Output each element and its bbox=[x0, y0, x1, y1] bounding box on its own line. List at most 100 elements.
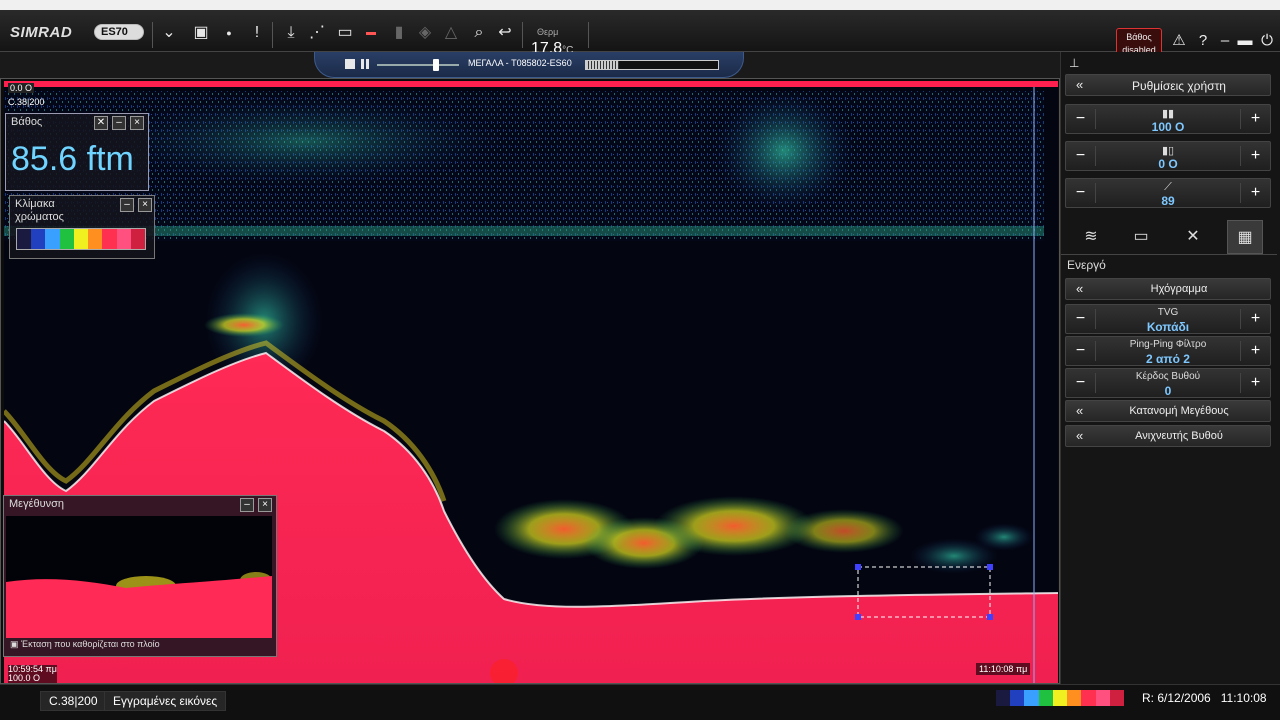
size-distribution-label: Κατανομή Μεγέθους bbox=[1129, 405, 1229, 417]
zoom-panel[interactable]: Μεγέθυνση – × ▣ Έκταση που καθορίζεται σ… bbox=[3, 495, 277, 657]
echo-tab-icon[interactable]: ≋ bbox=[1073, 220, 1109, 254]
color-swatch bbox=[73, 229, 89, 249]
speed-slider[interactable] bbox=[377, 64, 459, 66]
tvg-value: Κοπάδι bbox=[1146, 320, 1190, 334]
bottom-gain-minus-button[interactable]: − bbox=[1066, 373, 1096, 393]
active-section-label: Ενεργό bbox=[1067, 258, 1106, 272]
tvg-minus-button[interactable]: − bbox=[1066, 309, 1096, 329]
color-swatch bbox=[1067, 690, 1082, 706]
pause-icon-bar bbox=[366, 59, 369, 69]
end-time-readout: 11:10:08 πμ bbox=[976, 663, 1031, 675]
range-value: 100 O bbox=[1151, 120, 1185, 134]
chart-icon[interactable]: ⋰ bbox=[306, 22, 328, 44]
minimize-panel-icon[interactable]: – bbox=[112, 116, 126, 130]
tvg-plus-button[interactable]: + bbox=[1240, 309, 1270, 329]
playback-file-name: ΜΕΓΑΛΑ - T085802-ES60 bbox=[468, 58, 572, 68]
speed-slider-handle[interactable] bbox=[433, 59, 439, 71]
folder-icon[interactable]: ▭ bbox=[334, 22, 356, 44]
maximize-icon[interactable]: ▬ bbox=[1236, 30, 1254, 52]
gain-plus-button[interactable]: + bbox=[1240, 183, 1270, 203]
top-toolbar: SIMRAD ES70 ⌄ ▣ ● ! ⤓ ⋰ ▭ ▬ ▮ ◈ △ ⌕ ↩ Θε… bbox=[0, 10, 1280, 58]
size-distribution-header[interactable]: « Κατανομή Μεγέθους bbox=[1065, 400, 1271, 422]
color-swatch bbox=[1081, 690, 1096, 706]
chevron-down-icon[interactable]: ⌄ bbox=[158, 22, 180, 44]
close-icon[interactable]: × bbox=[130, 116, 144, 130]
status-channel[interactable]: C.38|200 bbox=[40, 691, 107, 711]
zoom-image bbox=[6, 516, 272, 638]
stack-icon[interactable]: △ bbox=[440, 22, 462, 44]
tvg-control: − TVG Κοπάδι + bbox=[1065, 304, 1271, 334]
start-depth-plus-button[interactable]: + bbox=[1240, 146, 1270, 166]
status-recorded-images[interactable]: Εγγραμένες εικόνες bbox=[104, 691, 227, 711]
minimize-icon[interactable]: – bbox=[1216, 30, 1234, 52]
color-scale-icon[interactable]: ▬ bbox=[360, 22, 382, 44]
ping-filter-minus-button[interactable]: − bbox=[1066, 341, 1096, 361]
download-icon[interactable]: ⤓ bbox=[280, 22, 302, 44]
toolbar-separator bbox=[588, 22, 589, 48]
color-scale-panel[interactable]: Κλίμακα χρώματος – × bbox=[9, 195, 155, 259]
user-settings-header[interactable]: « Ρυθμίσεις χρήστη bbox=[1065, 74, 1271, 96]
color-swatch bbox=[59, 229, 74, 249]
gain-minus-button[interactable]: − bbox=[1066, 183, 1096, 203]
temperature-label: Θερμ bbox=[537, 27, 559, 37]
close-icon[interactable]: × bbox=[258, 498, 272, 512]
range-top-readout: 0.0 O bbox=[8, 83, 35, 93]
start-depth-control: − ▮▯ 0 O + bbox=[1065, 141, 1271, 171]
toolbar-separator bbox=[152, 22, 153, 48]
return-icon[interactable]: ↩ bbox=[494, 22, 516, 44]
help-icon[interactable]: ? bbox=[1194, 30, 1212, 52]
color-swatch bbox=[116, 229, 131, 249]
tools-icon[interactable]: ✕ bbox=[94, 116, 108, 130]
status-color-scale bbox=[996, 690, 1124, 706]
bottom-gain-control: − Κέρδος Βυθού 0 + bbox=[1065, 368, 1271, 398]
color-swatch bbox=[102, 229, 117, 249]
depth-panel[interactable]: Βάθος ✕ – × 85.6 ftm bbox=[5, 113, 149, 191]
stop-icon[interactable] bbox=[345, 59, 355, 69]
start-depth-minus-button[interactable]: − bbox=[1066, 146, 1096, 166]
camera-icon[interactable]: ▣ bbox=[190, 22, 212, 44]
status-date: R: 6/12/2006 bbox=[1142, 691, 1211, 705]
zoom-icon[interactable]: ⌕ bbox=[468, 22, 490, 44]
panel-divider bbox=[1061, 254, 1277, 255]
echogram-label: Ηχόγραμμα bbox=[1150, 283, 1208, 295]
range-plus-button[interactable]: + bbox=[1240, 109, 1270, 129]
bottom-detector-header[interactable]: « Ανιχνευτής Βυθού bbox=[1065, 425, 1271, 447]
zoom-view bbox=[6, 516, 272, 638]
echogram-frame: 0.0 O C.38|200 10:59:54 πμ 100.0 O 11:10… bbox=[0, 78, 1060, 684]
tools-tab-icon[interactable]: ✕ bbox=[1175, 220, 1211, 254]
minimize-panel-icon[interactable]: – bbox=[240, 498, 254, 512]
alert-icon[interactable]: ! bbox=[246, 22, 268, 44]
color-swatch bbox=[45, 229, 60, 249]
color-scale-bar bbox=[16, 228, 146, 250]
layout-tab-icon[interactable]: ▦ bbox=[1227, 220, 1263, 254]
ping-filter-plus-button[interactable]: + bbox=[1240, 341, 1270, 361]
bottom-gain-plus-button[interactable]: + bbox=[1240, 373, 1270, 393]
bottom-gain-value: 0 bbox=[1164, 384, 1172, 398]
zoom-caption-text: Έκταση που καθορίζεται στο πλοίο bbox=[21, 639, 160, 649]
app-window: SIMRAD ES70 ⌄ ▣ ● ! ⤓ ⋰ ▭ ▬ ▮ ◈ △ ⌕ ↩ Θε… bbox=[0, 0, 1280, 720]
bars-icon[interactable]: ▮ bbox=[388, 22, 410, 44]
range-bottom: 100.0 O bbox=[8, 673, 41, 683]
zoom-caption: ▣ Έκταση που καθορίζεται στο πλοίο bbox=[10, 639, 160, 649]
power-icon[interactable]: ⏻ bbox=[1258, 30, 1276, 52]
range-minus-button[interactable]: − bbox=[1066, 109, 1096, 129]
pin-icon[interactable]: ⊥ bbox=[1069, 56, 1079, 70]
status-datetime: R: 6/12/2006 11:10:08 bbox=[1142, 691, 1267, 705]
display-tab-icon[interactable]: ▭ bbox=[1123, 220, 1159, 254]
close-icon[interactable]: × bbox=[138, 198, 152, 212]
echogram-header[interactable]: « Ηχόγραμμα bbox=[1065, 278, 1271, 300]
right-panel: ⊥ « Ρυθμίσεις χρήστη − ▮▮ 100 O + − ▮▯ 0… bbox=[1060, 52, 1280, 684]
color-swatch bbox=[1109, 690, 1124, 706]
ping-filter-control: − Ping-Ping Φίλτρο 2 από 2 + bbox=[1065, 336, 1271, 366]
minimize-panel-icon[interactable]: – bbox=[120, 198, 134, 212]
brand-logo: SIMRAD bbox=[10, 24, 73, 41]
pause-icon[interactable] bbox=[361, 59, 364, 69]
rec-icon[interactable]: ● bbox=[218, 22, 240, 44]
top-strip bbox=[0, 0, 1280, 10]
start-depth-value: 0 O bbox=[1158, 157, 1178, 171]
playback-progress[interactable] bbox=[585, 60, 719, 70]
fish-icon[interactable]: ◈ bbox=[414, 22, 436, 44]
warning-icon[interactable]: ⚠ bbox=[1170, 30, 1188, 52]
color-swatch bbox=[88, 229, 103, 249]
start-depth-icon: ▮▯ bbox=[1161, 145, 1175, 157]
